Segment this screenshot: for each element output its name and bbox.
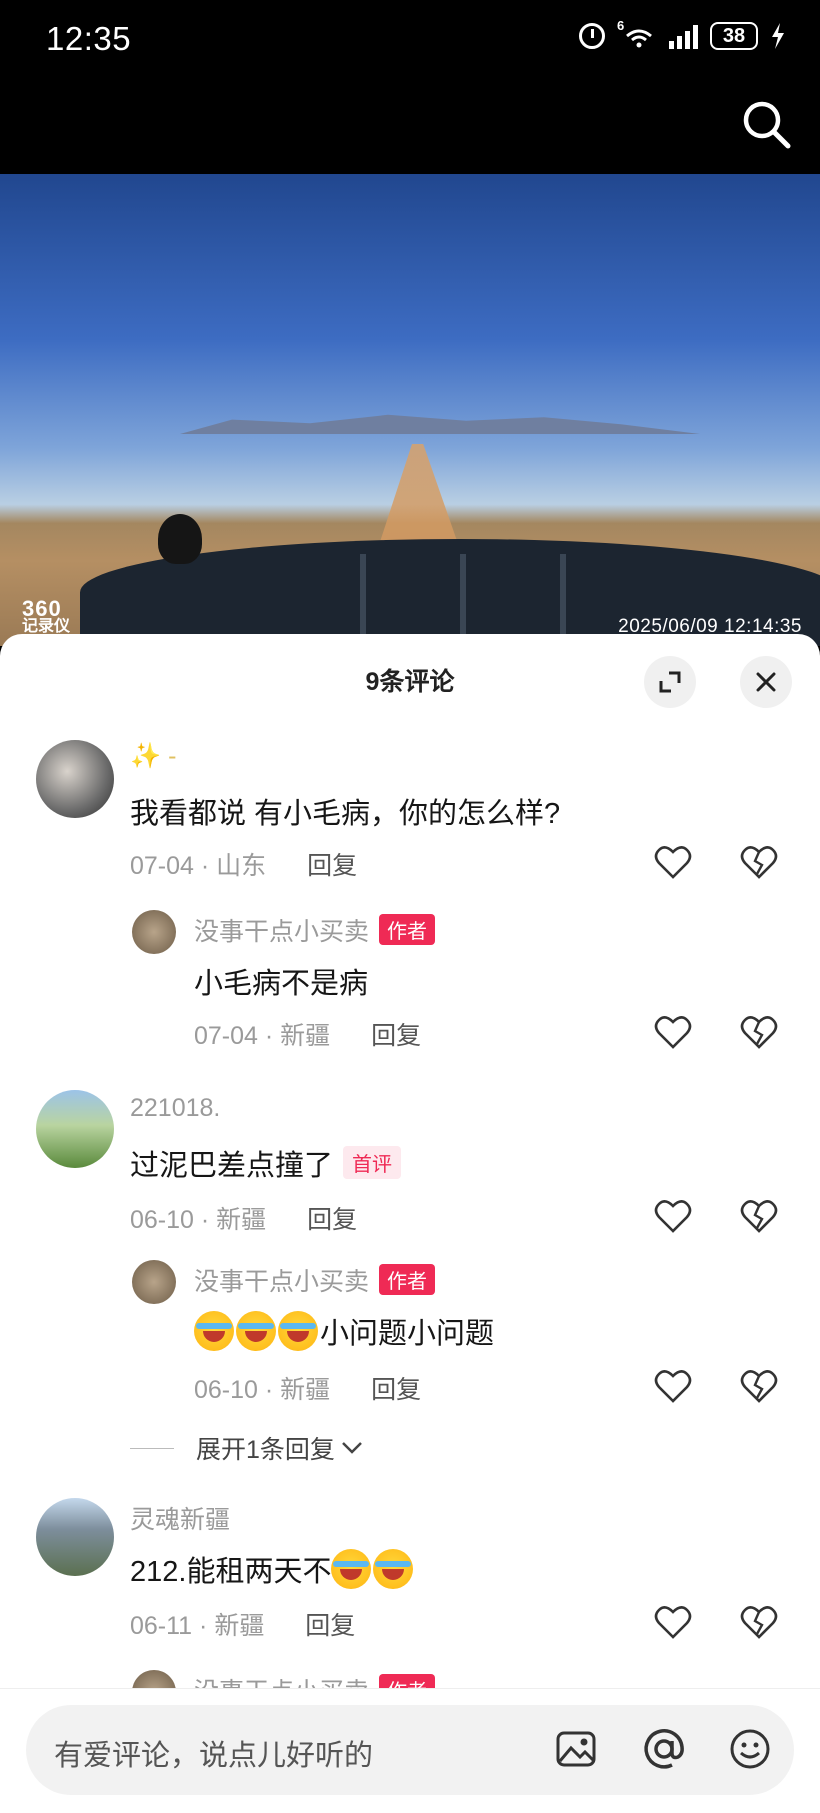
author-badge: 作者 [379,914,436,945]
heart-icon[interactable] [654,1368,692,1404]
chevron-down-icon [342,1442,362,1454]
heart-icon[interactable] [654,1014,692,1050]
top-bar [0,84,820,174]
comment-text: 小问题小问题 [194,1310,494,1352]
comment-username[interactable]: 没事干点小买卖作者 [194,912,436,948]
comments-panel: 9条评论 ✨ - 我看都说 有小毛病，你的怎么样? 07-04 · 山东 回复 … [0,634,820,1812]
comment-username[interactable]: 221018. [130,1094,220,1123]
reply-button[interactable]: 回复 [371,1376,421,1404]
expand-button[interactable] [644,656,696,708]
laughing-crying-emoji [373,1549,414,1589]
laughing-crying-emoji [236,1311,276,1351]
search-icon[interactable] [738,96,794,152]
avatar[interactable] [36,740,114,818]
author-badge: 作者 [379,1264,436,1295]
broken-heart-icon[interactable] [740,1368,778,1404]
expand-replies-button[interactable]: 展开1条回复 [130,1430,363,1466]
avatar[interactable] [132,1260,176,1304]
signal-icon [669,23,698,49]
wifi-icon: 6 [617,18,657,50]
comment-text: 212.能租两天不 [130,1548,415,1590]
comment-meta: 07-04 · 新疆 回复 [194,1022,422,1050]
broken-heart-icon[interactable] [740,844,778,880]
comments-title: 9条评论 [365,668,455,696]
comment-text: 小毛病不是病 [194,968,369,1000]
charging-icon [772,23,784,49]
comment-meta: 07-04 · 山东 回复 [130,852,358,880]
network-label: 6 [617,18,625,33]
at-icon[interactable] [642,1727,686,1771]
close-icon [756,672,776,692]
comment-meta: 06-10 · 新疆 回复 [130,1206,358,1234]
reply-button[interactable]: 回复 [307,852,357,880]
comment-text: 我看都说 有小毛病，你的怎么样? [130,798,561,830]
comment-username[interactable]: 灵魂新疆 [130,1500,230,1536]
first-comment-badge: 首评 [343,1146,402,1179]
reply-button[interactable]: 回复 [305,1612,355,1640]
comment-meta: 06-10 · 新疆 回复 [194,1376,422,1404]
comment-text: 过泥巴差点撞了 首评 [130,1142,402,1184]
heart-icon[interactable] [654,1198,692,1234]
video-helmet [158,514,202,564]
expand-icon [659,671,681,693]
reply-button[interactable]: 回复 [307,1206,357,1234]
heart-icon[interactable] [654,1604,692,1640]
status-bar: 12:35 6 38 [0,0,820,84]
comment-username[interactable]: ✨ - [130,742,176,771]
comment-input-placeholder: 有爱评论，说点儿好听的 [54,1740,374,1772]
laughing-crying-emoji [278,1311,318,1351]
status-time: 12:35 [46,20,132,57]
broken-heart-icon[interactable] [740,1604,778,1640]
video-mountains [180,414,700,434]
laughing-crying-emoji [194,1311,234,1351]
comment-username[interactable]: 没事干点小买卖作者 [194,1262,436,1298]
alarm-icon [579,23,605,49]
image-icon[interactable] [554,1727,598,1771]
comment-input-bar: 有爱评论，说点儿好听的 [0,1688,820,1813]
avatar[interactable] [132,910,176,954]
laughing-crying-emoji [331,1549,372,1589]
close-button[interactable] [740,656,792,708]
comment-meta: 06-11 · 新疆 回复 [130,1612,356,1640]
comment-input[interactable]: 有爱评论，说点儿好听的 [26,1705,794,1795]
video-player[interactable]: 360 记录仪 2025/06/09 12:14:35 [0,174,820,646]
heart-icon[interactable] [654,844,692,880]
broken-heart-icon[interactable] [740,1014,778,1050]
reply-button[interactable]: 回复 [371,1022,421,1050]
emoji-icon[interactable] [728,1727,772,1771]
broken-heart-icon[interactable] [740,1198,778,1234]
dashcam-watermark: 360 记录仪 [22,596,71,636]
avatar[interactable] [36,1498,114,1576]
avatar[interactable] [36,1090,114,1168]
battery-indicator: 38 [710,22,758,50]
